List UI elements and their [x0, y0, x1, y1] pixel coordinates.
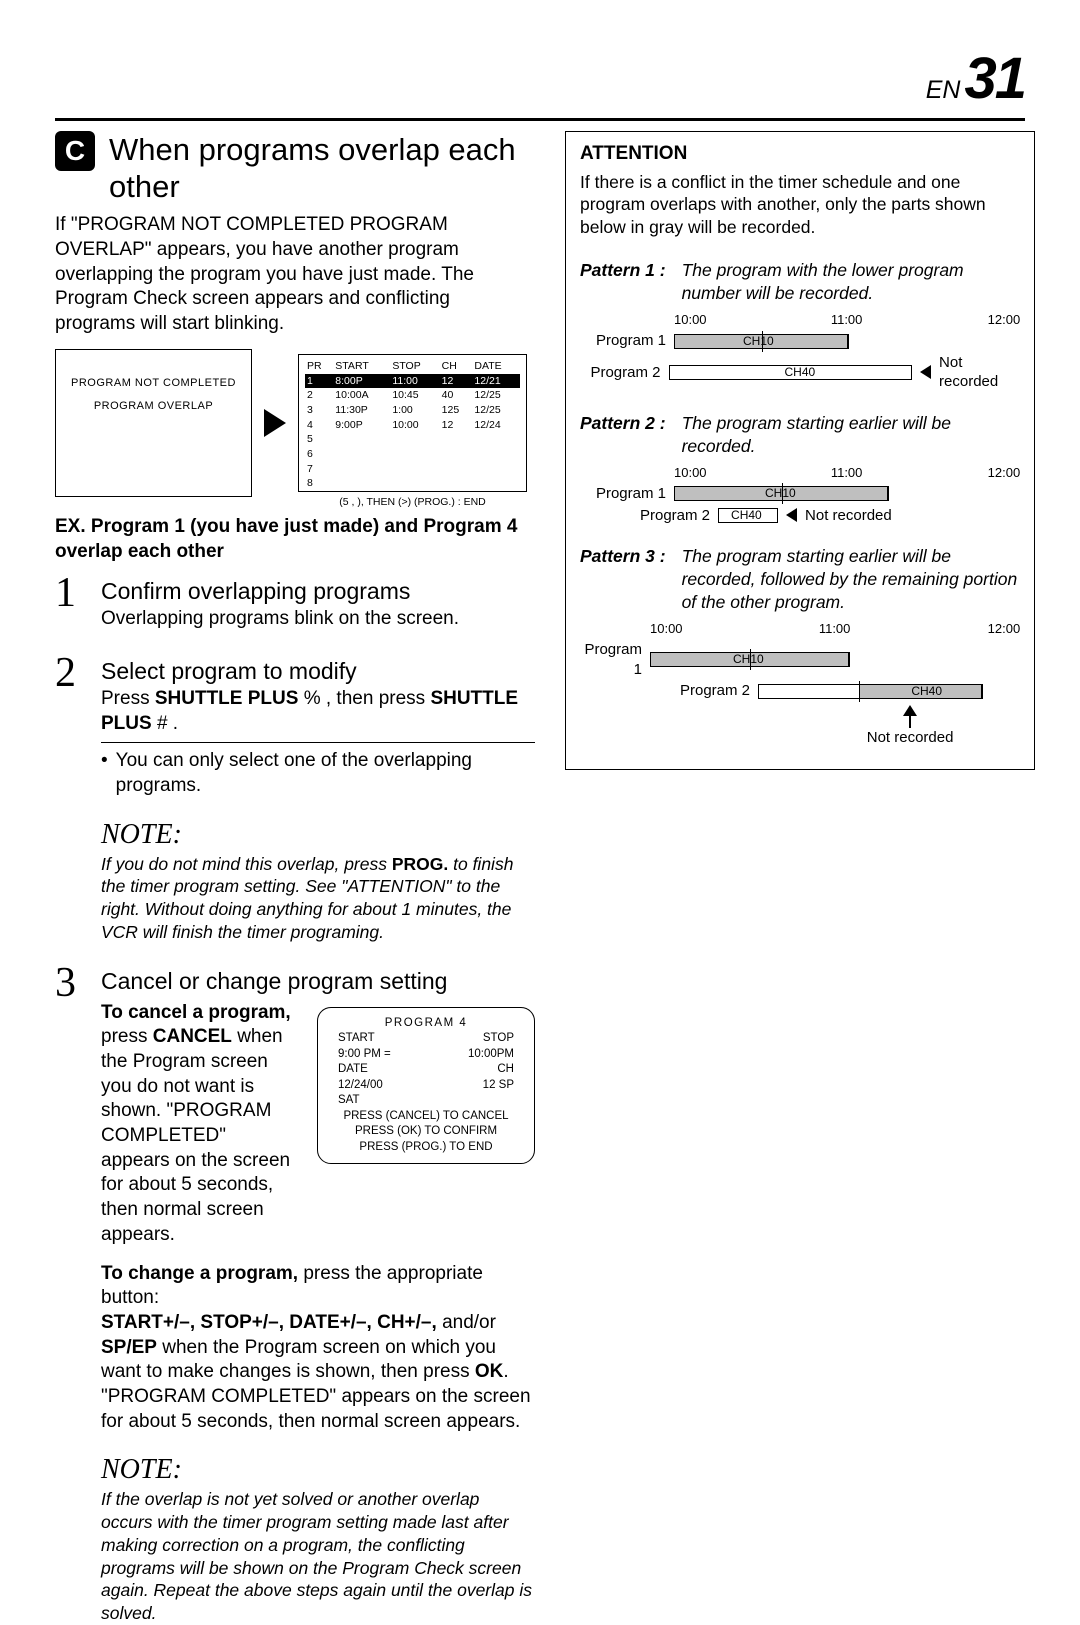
example-text: EX. Program 1 (you have just made) and P… [55, 515, 535, 564]
screen3-title: PROGRAM 4 [326, 1014, 526, 1032]
change-paragraph: To change a program, press the appropria… [101, 1262, 535, 1435]
screen-overlap-msg: PROGRAM NOT COMPLETED PROGRAM OVERLAP [55, 349, 252, 497]
screens-row: PROGRAM NOT COMPLETED PROGRAM OVERLAP PR… [55, 349, 535, 497]
step-number: 1 [55, 572, 85, 632]
time-labels: 10:00 11:00 12:00 [580, 312, 1020, 329]
time-labels: 10:00 11:00 12:00 [580, 465, 1020, 482]
table-row: 7 [305, 462, 520, 477]
step-title: Select program to modify [101, 658, 535, 685]
bar-row-p2: Program 2 CH40 [580, 681, 1020, 701]
step-title: Cancel or change program setting [101, 968, 535, 995]
bar-row-p2: Program 2 CH40 Not recorded [580, 506, 1020, 526]
table-row: 18:00P11:001212/21 [305, 374, 520, 389]
pattern-desc: The program starting earlier will be rec… [682, 545, 1021, 613]
section-title: C When programs overlap each other [55, 131, 535, 205]
table-row: 5 [305, 432, 520, 447]
header-en: EN [926, 76, 961, 105]
table-header-row: PR START STOP CH DATE [305, 359, 520, 374]
step-title: Confirm overlapping programs [101, 578, 535, 605]
screen2-footer: (5 , ), THEN (>) (PROG.) : END [305, 495, 520, 510]
table-row: 311:30P1:0012512/25 [305, 403, 520, 418]
step-3: 3 Cancel or change program setting To ca… [55, 962, 535, 1435]
arrow-up-icon [903, 705, 917, 716]
timeline-3: 10:00 11:00 12:00 Program 1 CH10 Progr [580, 621, 1020, 747]
table-row: 49:00P10:001212/24 [305, 418, 520, 433]
arrow-right-icon [264, 409, 286, 437]
left-column: C When programs overlap each other If "P… [55, 131, 535, 1625]
cancel-row: To cancel a program, press CANCEL when t… [101, 1001, 535, 1248]
note-2: NOTE: If the overlap is not yet solved o… [101, 1454, 535, 1625]
screen-program-detail: PROGRAM 4 STARTSTOP 9:00 PM =10:00PM DAT… [317, 1007, 535, 1165]
program-table: PR START STOP CH DATE 18:00P11:001212/21… [305, 359, 520, 491]
table-row: 8 [305, 476, 520, 491]
section-badge: C [55, 131, 95, 171]
pattern-desc: The program starting earlier will be rec… [682, 412, 1021, 458]
pattern-2: Pattern 2 : The program starting earlier… [580, 412, 1020, 458]
screen1-line1: PROGRAM NOT COMPLETED [56, 376, 251, 391]
step-text: Press SHUTTLE PLUS % , then press SHUTTL… [101, 687, 535, 736]
screen1-line2: PROGRAM OVERLAP [56, 399, 251, 414]
attention-heading: ATTENTION [580, 142, 1020, 167]
section-title-text: When programs overlap each other [109, 131, 535, 205]
table-row: 6 [305, 447, 520, 462]
note-1: NOTE: If you do not mind this overlap, p… [101, 819, 535, 944]
cancel-head: To cancel a program, [101, 1002, 291, 1023]
bar-row-p1: Program 1 CH10 [580, 640, 1020, 679]
pattern-3: Pattern 3 : The program starting earlier… [580, 545, 1020, 613]
bar-row-p2: Program 2 CH40 Not recorded [580, 353, 1020, 392]
table-row: 210:00A10:454012/25 [305, 388, 520, 403]
pattern-label: Pattern 1 : [580, 259, 666, 305]
pattern-1: Pattern 1 : The program with the lower p… [580, 259, 1020, 305]
note-heading: NOTE: [101, 1454, 535, 1486]
right-column: ATTENTION If there is a conflict in the … [565, 131, 1035, 1625]
not-recorded-indicator: Not recorded [800, 705, 1020, 748]
step-2: 2 Select program to modify Press SHUTTLE… [55, 652, 535, 799]
step-bullet: • You can only select one of the overlap… [101, 749, 535, 798]
page: EN 31 C When programs overlap each other… [0, 0, 1080, 1526]
pattern-label: Pattern 3 : [580, 545, 666, 613]
attention-intro: If there is a conflict in the timer sche… [580, 171, 1020, 239]
screen-program-check: PR START STOP CH DATE 18:00P11:001212/21… [298, 354, 527, 492]
pattern-desc: The program with the lower program numbe… [682, 259, 1021, 305]
time-labels: 10:00 11:00 12:00 [580, 621, 1020, 638]
page-header: EN 31 [55, 45, 1025, 121]
pattern-label: Pattern 2 : [580, 412, 666, 458]
arrow-left-icon [786, 508, 797, 522]
step-number: 2 [55, 652, 85, 799]
arrow-left-icon [920, 365, 931, 379]
bar-row-p1: Program 1 CH10 [580, 484, 1020, 504]
page-number: 31 [964, 45, 1025, 112]
columns: C When programs overlap each other If "P… [55, 131, 1025, 1625]
intro-paragraph: If "PROGRAM NOT COMPLETED PROGRAM OVERLA… [55, 213, 535, 336]
step-text: Overlapping programs blink on the screen… [101, 607, 535, 632]
note-text: If you do not mind this overlap, press P… [101, 853, 535, 944]
step-number: 3 [55, 962, 85, 1435]
note-heading: NOTE: [101, 819, 535, 851]
step-1: 1 Confirm overlapping programs Overlappi… [55, 572, 535, 632]
note-text: If the overlap is not yet solved or anot… [101, 1488, 535, 1625]
timeline-1: 10:00 11:00 12:00 Program 1 CH10 Progr [580, 312, 1020, 391]
attention-box: ATTENTION If there is a conflict in the … [565, 131, 1035, 770]
timeline-2: 10:00 11:00 12:00 Program 1 CH10 Progr [580, 465, 1020, 525]
bar-row-p1: Program 1 CH10 [580, 331, 1020, 351]
divider [101, 742, 535, 743]
